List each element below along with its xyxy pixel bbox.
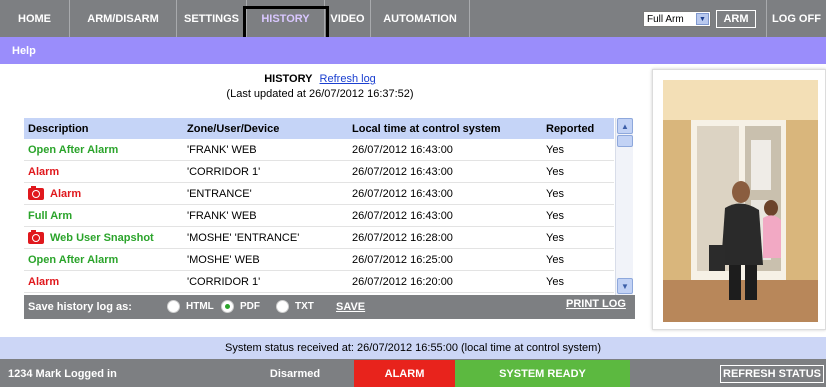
table-row: Full Arm 'FRANK' WEB 26/07/2012 16:43:00 Ye… — [24, 205, 614, 227]
history-title: HISTORY — [264, 73, 313, 85]
family-photo — [663, 80, 818, 322]
print-log-button[interactable]: PRINT LOG — [566, 298, 626, 310]
row-description: Web User Snapshot — [28, 229, 154, 244]
row-description: Alarm — [28, 276, 59, 288]
table-row: Alarm 'ENTRANCE' 26/07/2012 16:43:00 Yes — [24, 183, 614, 205]
scroll-thumb[interactable] — [617, 135, 633, 147]
row-description: Open After Alarm — [28, 254, 118, 266]
last-updated-text: (Last updated at 26/07/2012 16:37:52) — [226, 88, 414, 100]
save-label: Save history log as: — [28, 301, 132, 313]
format-pdf-label: PDF — [240, 301, 260, 312]
nav-arm-disarm[interactable]: ARM/DISARM — [70, 0, 177, 37]
column-header-zone: Zone/User/Device — [187, 122, 280, 135]
row-description-text: Web User Snapshot — [50, 231, 154, 244]
column-header-description: Description — [28, 122, 89, 135]
row-reported: Yes — [546, 209, 564, 222]
row-description: Alarm — [28, 166, 59, 178]
status-line: System status received at: 26/07/2012 16… — [0, 337, 826, 359]
row-reported: Yes — [546, 143, 564, 156]
table-row: Web User Snapshot 'MOSHE' 'ENTRANCE' 26/07… — [24, 227, 614, 249]
refresh-status-button[interactable]: REFRESH STATUS — [720, 365, 824, 383]
logoff-button[interactable]: LOG OFF — [766, 0, 826, 37]
row-reported: Yes — [546, 231, 564, 244]
chevron-down-icon[interactable]: ▼ — [696, 13, 709, 25]
radio-txt[interactable] — [276, 300, 289, 313]
row-description-text: Alarm — [50, 187, 82, 200]
row-description-text: Full Arm — [28, 209, 73, 222]
table-row: Open After Alarm 'FRANK' WEB 26/07/2012 16… — [24, 139, 614, 161]
refresh-log-link[interactable]: Refresh log — [320, 73, 376, 85]
nav-home[interactable]: HOME — [0, 0, 70, 37]
status-system-ready: SYSTEM READY — [455, 360, 630, 387]
status-received-text: System status received at: 26/07/2012 16… — [224, 342, 602, 354]
nav-video[interactable]: VIDEO — [325, 0, 371, 37]
photo-frame — [652, 69, 826, 330]
row-time: 26/07/2012 16:43:00 — [352, 187, 453, 200]
row-reported: Yes — [546, 165, 564, 178]
radio-html[interactable] — [167, 300, 180, 313]
row-description: Open After Alarm — [28, 144, 118, 156]
table-row: Alarm 'CORRIDOR 1' 26/07/2012 16:20:00 Yes — [24, 271, 614, 293]
format-txt-label: TXT — [295, 301, 314, 312]
table-row: Alarm 'CORRIDOR 1' 26/07/2012 16:43:00 Yes — [24, 161, 614, 183]
arm-mode-value: Full Arm — [647, 13, 684, 25]
camera-icon[interactable] — [28, 229, 44, 244]
row-zone: 'CORRIDOR 1' — [187, 275, 261, 288]
save-bar: Save history log as: HTML PDF TXT SAVE P… — [24, 295, 635, 319]
row-zone: 'MOSHE' 'ENTRANCE' — [187, 231, 300, 244]
history-table: Description Zone/User/Device Local time … — [24, 118, 635, 295]
row-time: 26/07/2012 16:43:00 — [352, 165, 453, 178]
status-disarmed: Disarmed — [236, 360, 354, 387]
help-bar: Help — [0, 37, 826, 64]
column-header-time: Local time at control system — [352, 122, 501, 135]
photo-illustration — [663, 80, 818, 322]
row-time: 26/07/2012 16:43:00 — [352, 143, 453, 156]
save-button[interactable]: SAVE — [336, 301, 365, 313]
table-scrollbar[interactable]: ▲ ▼ — [615, 118, 633, 295]
scroll-up-icon[interactable]: ▲ — [617, 118, 633, 134]
radio-pdf[interactable] — [221, 300, 234, 313]
row-zone: 'FRANK' WEB — [187, 209, 257, 222]
scroll-down-icon[interactable]: ▼ — [617, 278, 633, 294]
column-header-reported: Reported — [546, 122, 595, 135]
nav-history[interactable]: HISTORY — [247, 0, 325, 37]
row-description-text: Alarm — [28, 165, 60, 178]
nav-settings[interactable]: SETTINGS — [177, 0, 247, 37]
table-row: Open After Alarm 'MOSHE' WEB 26/07/2012 16… — [24, 249, 614, 271]
row-time: 26/07/2012 16:25:00 — [352, 253, 453, 266]
row-time: 26/07/2012 16:28:00 — [352, 231, 453, 244]
row-description-text: Alarm — [28, 275, 60, 288]
logged-in-user: 1234 Mark Logged in — [8, 368, 117, 380]
table-header: Description Zone/User/Device Local time … — [24, 118, 614, 139]
row-reported: Yes — [546, 275, 564, 288]
bottom-status-bar: 1234 Mark Logged in Disarmed ALARM SYSTE… — [0, 359, 826, 387]
row-description-text: Open After Alarm — [28, 143, 119, 156]
row-description: Full Arm — [28, 210, 72, 222]
status-alarm: ALARM — [354, 360, 455, 387]
row-reported: Yes — [546, 187, 564, 200]
row-description: Alarm — [28, 185, 82, 200]
nav-automation[interactable]: AUTOMATION — [371, 0, 470, 37]
row-zone: 'FRANK' WEB — [187, 143, 257, 156]
camera-icon[interactable] — [28, 185, 44, 200]
row-zone: 'CORRIDOR 1' — [187, 165, 261, 178]
help-link[interactable]: Help — [12, 45, 36, 57]
format-html-label: HTML — [186, 301, 214, 312]
row-time: 26/07/2012 16:43:00 — [352, 209, 453, 222]
row-description-text: Open After Alarm — [28, 253, 119, 266]
row-zone: 'ENTRANCE' — [187, 187, 252, 200]
row-reported: Yes — [546, 253, 564, 266]
history-header: HISTORY Refresh log — [220, 73, 420, 85]
arm-mode-select[interactable]: Full Arm ▼ — [643, 11, 711, 27]
arm-button[interactable]: ARM — [716, 10, 756, 28]
row-time: 26/07/2012 16:20:00 — [352, 275, 453, 288]
row-zone: 'MOSHE' WEB — [187, 253, 260, 266]
